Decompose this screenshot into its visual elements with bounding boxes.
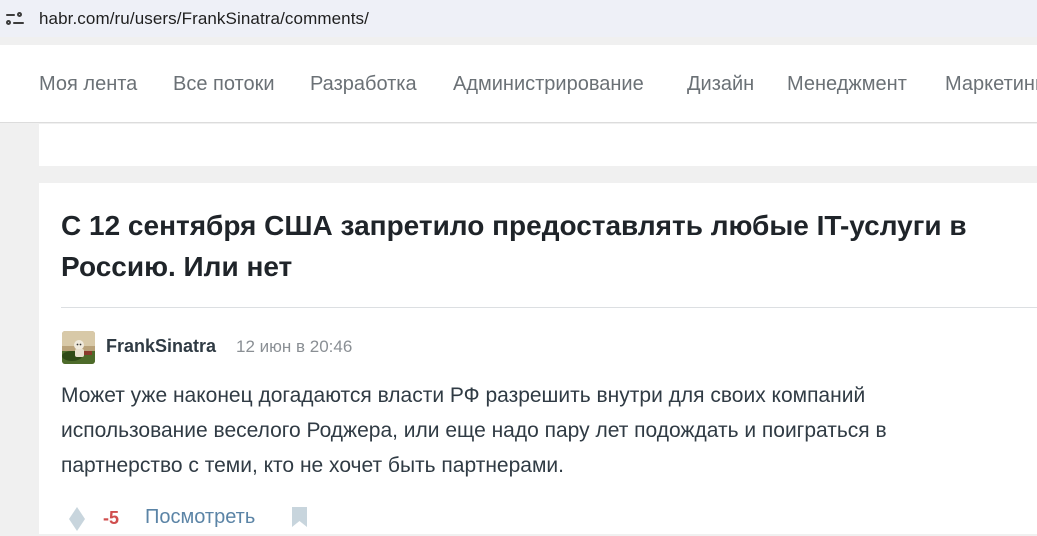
comment-body: Может уже наконец догадаются власти РФ р…: [61, 384, 887, 477]
nav-item-administration[interactable]: Администрирование: [453, 73, 644, 96]
tune-icon[interactable]: [6, 11, 24, 26]
view-comment-link[interactable]: Посмотреть: [145, 506, 255, 529]
bookmark-icon[interactable]: [291, 506, 308, 533]
avatar[interactable]: [62, 331, 95, 364]
hubs-navigation: Моя лента Все потоки Разработка Админист…: [0, 45, 1037, 123]
nav-item-all-flows[interactable]: Все потоки: [173, 73, 275, 96]
nav-item-marketing[interactable]: Маркетинг: [945, 73, 1037, 96]
browser-address-bar[interactable]: habr.com/ru/users/FrankSinatra/comments/: [0, 0, 1037, 37]
comment-author-link[interactable]: FrankSinatra: [106, 336, 216, 357]
vote-diamond-icon[interactable]: [68, 507, 86, 536]
comment-timestamp[interactable]: 12 июн в 20:46: [236, 337, 352, 357]
nav-item-management[interactable]: Менеджмент: [787, 73, 907, 96]
comment-card: С 12 сентября США запретило предоставлят…: [39, 183, 1037, 534]
comment-score: -5: [103, 508, 120, 528]
nav-item-development[interactable]: Разработка: [310, 73, 417, 96]
divider: [61, 307, 1037, 308]
previous-comment-card: [39, 124, 1037, 166]
nav-item-design[interactable]: Дизайн: [687, 73, 754, 96]
nav-item-my-feed[interactable]: Моя лента: [39, 73, 137, 96]
url-text[interactable]: habr.com/ru/users/FrankSinatra/comments/: [39, 9, 369, 29]
post-title-link[interactable]: С 12 сентября США запретило предоставлят…: [61, 205, 1001, 287]
